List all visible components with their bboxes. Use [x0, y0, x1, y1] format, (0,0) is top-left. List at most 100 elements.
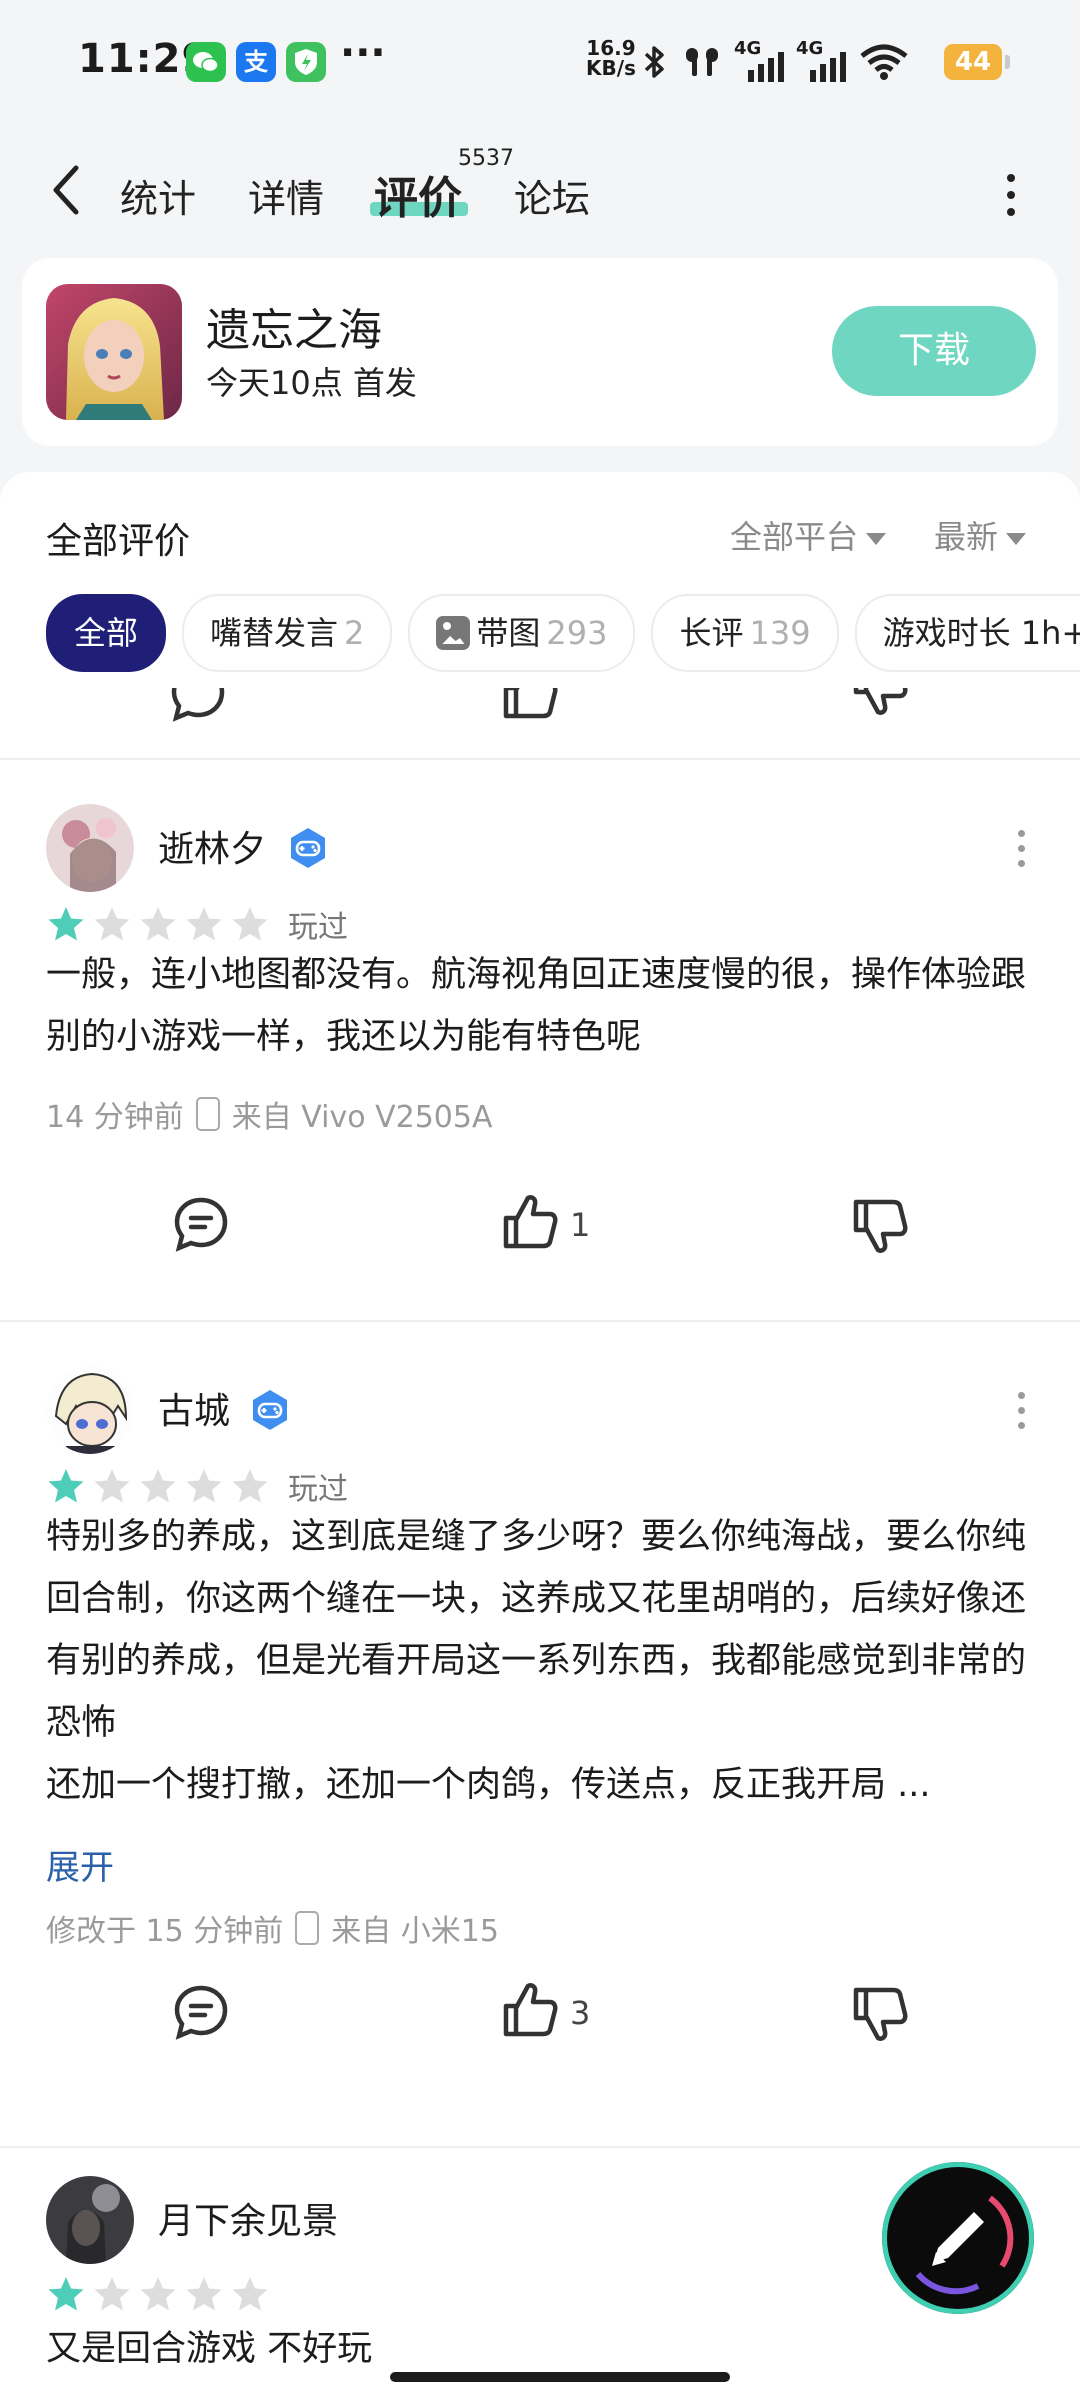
thumbs-up-icon[interactable]: [500, 1190, 560, 1250]
net-speed-unit: KB/s: [586, 56, 636, 80]
tab-forum[interactable]: 论坛: [514, 168, 590, 223]
sort-filter-label: 最新: [934, 518, 999, 556]
tab-reviews[interactable]: 评价: [374, 162, 462, 226]
phone-icon: [295, 1911, 320, 1945]
wechat-icon: [186, 42, 226, 82]
comment-icon[interactable]: [170, 1194, 232, 1254]
review-text[interactable]: 特别多的养成，这到底是缝了多少呀？要么你纯海战，要么你纯回合制，你这两个缝在一块…: [46, 1506, 1036, 1816]
rating-stars: [46, 2274, 270, 2314]
review-time: 修改于 15 分钟前: [46, 1914, 284, 1949]
played-tag: 玩过: [288, 1472, 348, 1507]
status-bar: 11:29 支 ··· 16.9 KB/s 4G 4G 44: [0, 0, 1080, 120]
star-empty-icon: [186, 2277, 222, 2311]
star-empty-icon: [140, 907, 176, 941]
expand-link[interactable]: 展开: [46, 1840, 114, 1889]
divider: [0, 758, 1080, 760]
image-icon: [436, 616, 471, 650]
more-vertical-icon[interactable]: [996, 170, 1026, 220]
signal-icon: [748, 52, 784, 82]
review-username[interactable]: 月下余见景: [158, 2192, 338, 2244]
phone-icon: [195, 1097, 220, 1131]
pencil-icon: [915, 2195, 1014, 2295]
wifi-icon: [860, 44, 908, 80]
review-more-icon[interactable]: [1018, 830, 1028, 870]
player-verified-badge-icon: [291, 828, 325, 868]
caret-down-icon: [866, 533, 887, 545]
review-text[interactable]: 一般，连小地图都没有。航海视角回正速度慢的很，操作体验跟别的小游戏一样，我还以为…: [46, 944, 1036, 1068]
star-empty-icon: [140, 1469, 176, 1503]
star-empty-icon: [186, 1469, 222, 1503]
download-button[interactable]: 下载: [832, 306, 1036, 396]
chip-label: 游戏时长 1h+: [882, 614, 1080, 652]
star-empty-icon: [232, 907, 268, 941]
avatar[interactable]: [46, 2176, 134, 2264]
review-more-icon[interactable]: [1018, 1392, 1028, 1432]
like-count: 1: [570, 1206, 591, 1244]
played-tag: 玩过: [288, 910, 348, 945]
chip-quotable[interactable]: 嘴替发言 2: [182, 594, 393, 672]
review-text[interactable]: 又是回合游戏 不好玩: [46, 2318, 1036, 2380]
signal-1: 4G: [734, 38, 786, 82]
star-empty-icon: [140, 2277, 176, 2311]
platform-filter-dropdown[interactable]: 全部平台: [730, 512, 887, 558]
home-indicator[interactable]: [390, 2372, 730, 2382]
signal-icon: [810, 52, 846, 82]
back-arrow-icon[interactable]: [42, 160, 98, 220]
chip-count: 293: [546, 614, 608, 652]
review-meta: 修改于 15 分钟前 来自 小米15: [46, 1906, 499, 1950]
thumbs-down-icon[interactable]: [850, 1986, 910, 2046]
write-review-button[interactable]: [882, 2162, 1034, 2314]
avatar[interactable]: [46, 1366, 134, 1454]
chip-with-images[interactable]: 带图 293: [408, 594, 636, 672]
rating-stars: [46, 1466, 270, 1506]
chip-label: 全部: [74, 614, 139, 652]
star-filled-icon: [48, 1469, 84, 1503]
star-filled-icon: [48, 907, 84, 941]
thumbs-down-icon[interactable]: [850, 688, 910, 720]
review-meta: 14 分钟前 来自 Vivo V2505A: [46, 1092, 493, 1136]
chip-long-review[interactable]: 长评 139: [651, 594, 839, 672]
tab-stats[interactable]: 统计: [120, 168, 196, 223]
filter-chips: 全部 嘴替发言 2 带图 293 长评 139 游戏时长 1h+: [46, 594, 1080, 672]
bluetooth-icon: [644, 46, 664, 78]
previous-review-actions: [0, 688, 1080, 728]
star-empty-icon: [94, 907, 130, 941]
review-username[interactable]: 古城: [158, 1382, 230, 1434]
thumbs-up-icon[interactable]: [500, 688, 560, 720]
star-filled-icon: [48, 2277, 84, 2311]
sort-filter-dropdown[interactable]: 最新: [934, 512, 1027, 558]
review-time: 14 分钟前: [46, 1100, 184, 1135]
divider: [0, 1320, 1080, 1322]
chip-label: 带图: [476, 614, 541, 652]
thumbs-up-icon[interactable]: [500, 1978, 560, 2038]
game-card[interactable]: 遗忘之海 今天10点 首发 下载: [22, 258, 1058, 446]
tab-details[interactable]: 详情: [248, 168, 324, 223]
comment-icon[interactable]: [168, 688, 228, 724]
divider: [0, 2146, 1080, 2148]
game-release-info: 今天10点 首发: [206, 364, 417, 402]
player-verified-badge-icon: [253, 1390, 287, 1430]
review-username[interactable]: 逝林夕: [158, 820, 266, 872]
status-more-dots: ···: [340, 30, 386, 76]
game-icon: [46, 284, 182, 420]
net-speed-value: 16.9: [586, 36, 636, 60]
review-device: 来自 小米15: [331, 1914, 499, 1949]
chip-playtime[interactable]: 游戏时长 1h+: [854, 594, 1080, 672]
star-empty-icon: [186, 907, 222, 941]
avatar[interactable]: [46, 804, 134, 892]
battery-indicator: 44: [944, 44, 1010, 80]
star-empty-icon: [94, 2277, 130, 2311]
shield-app-icon: [286, 42, 326, 82]
thumbs-down-icon[interactable]: [850, 1198, 910, 1258]
chip-all[interactable]: 全部: [46, 594, 167, 672]
like-count: 3: [570, 1994, 591, 2032]
game-name: 遗忘之海: [206, 305, 382, 356]
comment-icon[interactable]: [170, 1982, 232, 2042]
star-empty-icon: [232, 1469, 268, 1503]
rating-stars: [46, 904, 270, 944]
net-speed: 16.9 KB/s: [586, 38, 636, 78]
platform-filter-label: 全部平台: [730, 518, 859, 556]
star-empty-icon: [232, 2277, 268, 2311]
top-nav: 统计 详情 评价 5537 论坛: [0, 130, 1080, 250]
reviews-panel: 全部评价 全部平台 最新 全部 嘴替发言 2 带图 293 长评 139 游戏时长 1…: [0, 472, 1080, 2400]
